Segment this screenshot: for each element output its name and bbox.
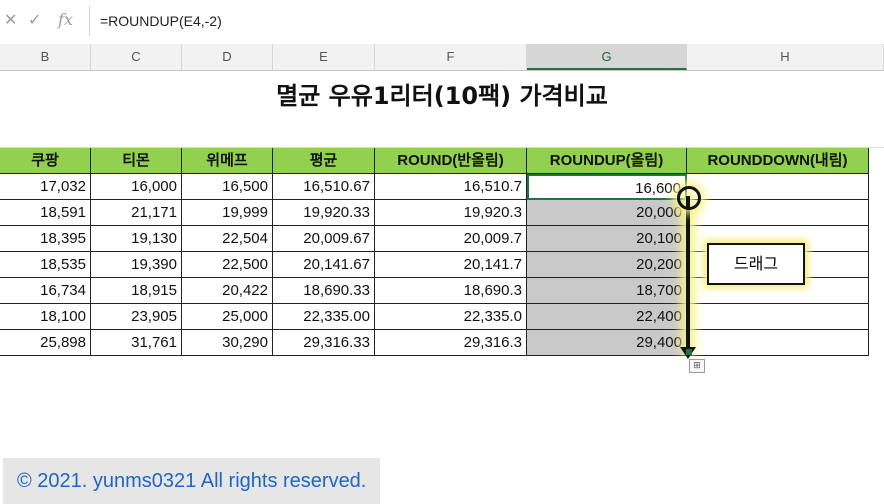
cell-wemakeprice[interactable]: 22,500: [182, 252, 273, 278]
cell-round[interactable]: 16,510.7: [375, 174, 527, 200]
cell-wemakeprice[interactable]: 30,290: [182, 330, 273, 356]
cell-roundup[interactable]: 16,600: [527, 174, 687, 200]
cell-coupang[interactable]: 18,591: [0, 200, 91, 226]
empty-row[interactable]: [0, 122, 884, 148]
cell-coupang[interactable]: 25,898: [0, 330, 91, 356]
cell-coupang[interactable]: 18,535: [0, 252, 91, 278]
column-header-h[interactable]: H: [687, 44, 884, 70]
cell-wemakeprice[interactable]: 19,999: [182, 200, 273, 226]
column-header-g[interactable]: G: [527, 44, 687, 70]
header-tmon[interactable]: 티몬: [91, 148, 182, 174]
cell-round[interactable]: 19,920.3: [375, 200, 527, 226]
cell-tmon[interactable]: 16,000: [91, 174, 182, 200]
drag-arrow-line: [686, 196, 690, 350]
header-round[interactable]: ROUND(반올림): [375, 148, 527, 174]
cell-tmon[interactable]: 19,130: [91, 226, 182, 252]
column-header-f[interactable]: F: [375, 44, 527, 70]
cell-average[interactable]: 18,690.33: [273, 278, 375, 304]
insert-function-icon[interactable]: fx: [58, 10, 73, 29]
formula-input[interactable]: =ROUNDUP(E4,-2): [89, 6, 884, 36]
cancel-icon[interactable]: ✕: [4, 10, 17, 29]
cell-coupang[interactable]: 18,100: [0, 304, 91, 330]
column-header-d[interactable]: D: [182, 44, 273, 70]
column-header-row: B C D E F G H: [0, 44, 884, 71]
fill-handle[interactable]: [686, 349, 692, 355]
drag-label-box: 드래그: [707, 243, 805, 285]
cell-wemakeprice[interactable]: 22,504: [182, 226, 273, 252]
cell-roundup[interactable]: 22,400: [527, 304, 687, 330]
cell-average[interactable]: 29,316.33: [273, 330, 375, 356]
cell-roundup[interactable]: 20,100: [527, 226, 687, 252]
cell-round[interactable]: 20,141.7: [375, 252, 527, 278]
cell-wemakeprice[interactable]: 25,000: [182, 304, 273, 330]
cell-round[interactable]: 20,009.7: [375, 226, 527, 252]
cell-average[interactable]: 20,141.67: [273, 252, 375, 278]
drag-start-circle: [677, 186, 701, 210]
sheet-title: 멸균 우유1리터(10팩) 가격비교: [276, 82, 608, 110]
cell-average[interactable]: 16,510.67: [273, 174, 375, 200]
cell-tmon[interactable]: 21,171: [91, 200, 182, 226]
cell-tmon[interactable]: 23,905: [91, 304, 182, 330]
cell-average[interactable]: 19,920.33: [273, 200, 375, 226]
cell-average[interactable]: 22,335.00: [273, 304, 375, 330]
cell-rounddown[interactable]: [687, 304, 869, 330]
confirm-icon[interactable]: ✓: [28, 10, 41, 29]
cell-rounddown[interactable]: [687, 330, 869, 356]
cell-coupang[interactable]: 17,032: [0, 174, 91, 200]
cell-wemakeprice[interactable]: 20,422: [182, 278, 273, 304]
cell-round[interactable]: 29,316.3: [375, 330, 527, 356]
cell-rounddown[interactable]: [687, 200, 869, 226]
column-header-e[interactable]: E: [273, 44, 375, 70]
cell-tmon[interactable]: 31,761: [91, 330, 182, 356]
cell-tmon[interactable]: 18,915: [91, 278, 182, 304]
header-coupang[interactable]: 쿠팡: [0, 148, 91, 174]
column-header-c[interactable]: C: [91, 44, 182, 70]
cell-wemakeprice[interactable]: 16,500: [182, 174, 273, 200]
cell-rounddown[interactable]: [687, 174, 869, 200]
cell-round[interactable]: 18,690.3: [375, 278, 527, 304]
cell-coupang[interactable]: 16,734: [0, 278, 91, 304]
cell-roundup[interactable]: 20,200: [527, 252, 687, 278]
cell-roundup[interactable]: 18,700: [527, 278, 687, 304]
cell-tmon[interactable]: 19,390: [91, 252, 182, 278]
cell-round[interactable]: 22,335.0: [375, 304, 527, 330]
header-rounddown[interactable]: ROUNDDOWN(내림): [687, 148, 869, 174]
header-average[interactable]: 평균: [273, 148, 375, 174]
header-wemakeprice[interactable]: 위메프: [182, 148, 273, 174]
cell-coupang[interactable]: 18,395: [0, 226, 91, 252]
autofill-options-icon[interactable]: ⊞: [689, 359, 705, 373]
cell-roundup[interactable]: 20,000: [527, 200, 687, 226]
cell-average[interactable]: 20,009.67: [273, 226, 375, 252]
column-header-b[interactable]: B: [0, 44, 91, 70]
cell-roundup[interactable]: 29,400: [527, 330, 687, 356]
formula-bar: ✕ ✓ fx =ROUNDUP(E4,-2): [0, 0, 884, 45]
header-roundup[interactable]: ROUNDUP(올림): [527, 148, 687, 174]
